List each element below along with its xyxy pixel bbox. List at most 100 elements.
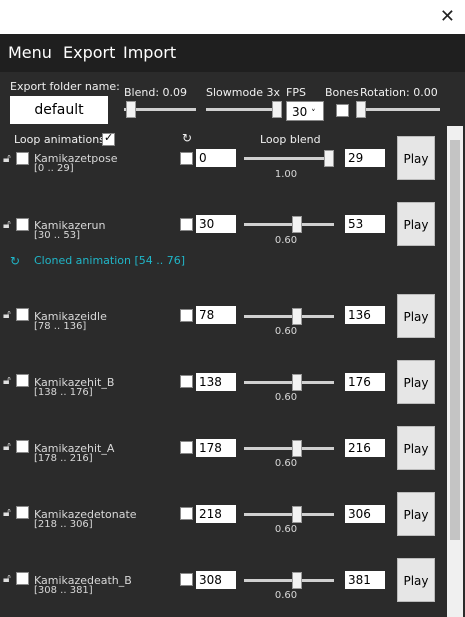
lock-icon[interactable]: 🔓︎ [3, 151, 11, 166]
loop-icon[interactable]: ↻ [182, 131, 192, 145]
row-start-checkbox[interactable] [180, 309, 193, 322]
rotation-label: Rotation: 0.00 [360, 86, 438, 99]
blend-label: Blend: 0.09 [124, 86, 188, 99]
row-checkbox[interactable] [16, 374, 29, 387]
play-button[interactable]: Play [397, 558, 435, 602]
loop-blend-slider-track[interactable] [244, 157, 334, 160]
scrollbar-thumb[interactable] [450, 140, 460, 540]
play-button[interactable]: Play [397, 202, 435, 246]
lock-icon[interactable]: 🔓︎ [3, 373, 11, 388]
loop-blend-slider-track[interactable] [244, 447, 334, 450]
end-frame-input[interactable]: 53 [345, 215, 385, 233]
loop-blend-value: 0.60 [274, 392, 298, 403]
end-frame-input[interactable]: 136 [345, 306, 385, 324]
row-start-checkbox[interactable] [180, 507, 193, 520]
row-checkbox[interactable] [16, 572, 29, 585]
rotation-slider-track[interactable] [356, 108, 440, 111]
loop-blend-value: 0.60 [274, 524, 298, 535]
end-frame-input[interactable]: 216 [345, 439, 385, 457]
loop-blend-slider-thumb[interactable] [292, 308, 302, 325]
loop-blend-slider-track[interactable] [244, 223, 334, 226]
row-start-checkbox[interactable] [180, 218, 193, 231]
play-button[interactable]: Play [397, 426, 435, 470]
start-frame-input[interactable]: 30 [196, 215, 236, 233]
loop-blend-slider-thumb[interactable] [292, 374, 302, 391]
loop-blend-label: Loop blend [260, 133, 321, 146]
row-start-checkbox[interactable] [180, 375, 193, 388]
cloned-animation-label[interactable]: Cloned animation [54 .. 76] [34, 254, 185, 267]
start-frame-input[interactable]: 78 [196, 306, 236, 324]
fps-value: 30 [292, 105, 308, 119]
fps-label: FPS [286, 86, 306, 99]
loop-blend-slider-thumb[interactable] [292, 506, 302, 523]
loop-blend-value: 1.00 [274, 169, 298, 180]
end-frame-input[interactable]: 176 [345, 373, 385, 391]
play-button[interactable]: Play [397, 136, 435, 180]
loop-blend-value: 0.60 [274, 326, 298, 337]
play-button[interactable]: Play [397, 492, 435, 536]
rotation-slider-thumb[interactable] [356, 101, 366, 118]
chevron-down-icon: ˅ [311, 109, 316, 119]
export-folder-label: Export folder name: [10, 80, 120, 93]
play-button[interactable]: Play [397, 360, 435, 404]
animation-range: [138 .. 176] [34, 387, 93, 398]
menu-item-import[interactable]: Import [123, 43, 176, 62]
slowmode-slider-track[interactable] [206, 108, 282, 111]
bones-label: Bones [325, 86, 359, 99]
animation-range: [218 .. 306] [34, 519, 93, 530]
loop-blend-slider-track[interactable] [244, 315, 334, 318]
export-folder-input[interactable]: default [10, 96, 108, 124]
animation-range: [308 .. 381] [34, 585, 93, 596]
loop-blend-slider-track[interactable] [244, 513, 334, 516]
play-button[interactable]: Play [397, 294, 435, 338]
row-checkbox[interactable] [16, 506, 29, 519]
start-frame-input[interactable]: 178 [196, 439, 236, 457]
loop-animations-checkbox[interactable]: ✓ [102, 131, 115, 146]
slowmode-label: Slowmode 3x [206, 86, 280, 99]
start-frame-input[interactable]: 218 [196, 505, 236, 523]
loop-animations-label: Loop animations: [14, 133, 109, 146]
loop-blend-value: 0.60 [274, 458, 298, 469]
end-frame-input[interactable]: 381 [345, 571, 385, 589]
lock-icon[interactable]: 🔓︎ [3, 505, 11, 520]
loop-blend-slider-track[interactable] [244, 381, 334, 384]
slowmode-slider-thumb[interactable] [272, 101, 282, 118]
animation-range: [0 .. 29] [34, 163, 74, 174]
menu-bar: Menu Export Import [0, 34, 465, 72]
loop-blend-slider-thumb[interactable] [292, 216, 302, 233]
start-frame-input[interactable]: 0 [196, 149, 236, 167]
title-bar: ✕ [0, 0, 465, 34]
menu-item-export[interactable]: Export [63, 43, 115, 62]
loop-blend-value: 0.60 [274, 590, 298, 601]
animation-range: [178 .. 216] [34, 453, 93, 464]
end-frame-input[interactable]: 29 [345, 149, 385, 167]
row-checkbox[interactable] [16, 218, 29, 231]
loop-blend-slider-thumb[interactable] [292, 440, 302, 457]
lock-icon[interactable]: 🔓︎ [3, 439, 11, 454]
lock-icon[interactable]: 🔓︎ [3, 217, 11, 232]
row-start-checkbox[interactable] [180, 152, 193, 165]
end-frame-input[interactable]: 306 [345, 505, 385, 523]
row-checkbox[interactable] [16, 152, 29, 165]
menu-item-menu[interactable]: Menu [8, 43, 52, 62]
start-frame-input[interactable]: 308 [196, 571, 236, 589]
row-start-checkbox[interactable] [180, 441, 193, 454]
lock-icon[interactable]: 🔓︎ [3, 307, 11, 322]
close-icon[interactable]: ✕ [440, 6, 455, 27]
animation-range: [78 .. 136] [34, 321, 87, 332]
row-checkbox[interactable] [16, 308, 29, 321]
row-start-checkbox[interactable] [180, 573, 193, 586]
loop-blend-slider-thumb[interactable] [292, 572, 302, 589]
animation-range: [30 .. 53] [34, 230, 80, 241]
checkmark-icon: ✓ [104, 131, 114, 144]
row-checkbox[interactable] [16, 440, 29, 453]
clone-icon: ↻ [10, 254, 21, 268]
loop-blend-slider-track[interactable] [244, 579, 334, 582]
fps-select[interactable]: 30 ˅ [286, 101, 324, 121]
lock-icon[interactable]: 🔓︎ [3, 571, 11, 586]
start-frame-input[interactable]: 138 [196, 373, 236, 391]
loop-blend-value: 0.60 [274, 235, 298, 246]
loop-blend-slider-thumb[interactable] [324, 150, 334, 167]
blend-slider-thumb[interactable] [126, 101, 136, 118]
bones-checkbox[interactable] [336, 104, 349, 117]
